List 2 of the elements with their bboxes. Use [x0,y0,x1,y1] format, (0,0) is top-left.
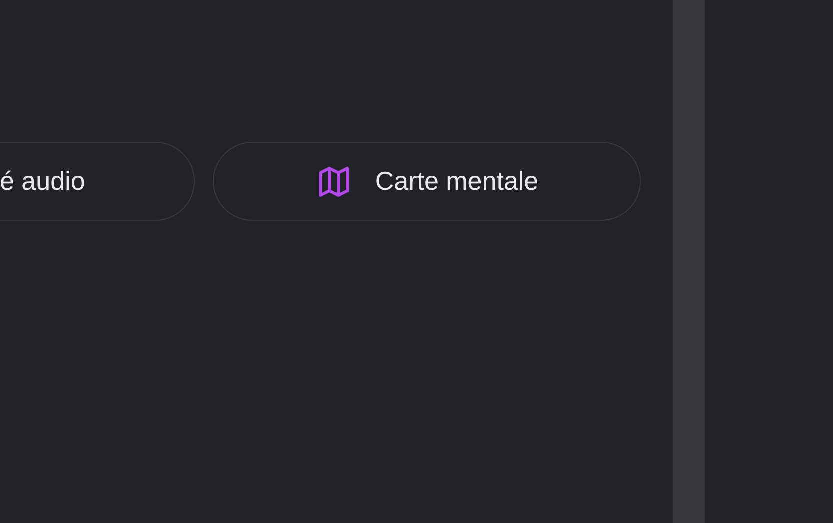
mind-map-button[interactable]: Carte mentale [213,142,641,221]
audio-button[interactable]: é audio [0,142,195,221]
